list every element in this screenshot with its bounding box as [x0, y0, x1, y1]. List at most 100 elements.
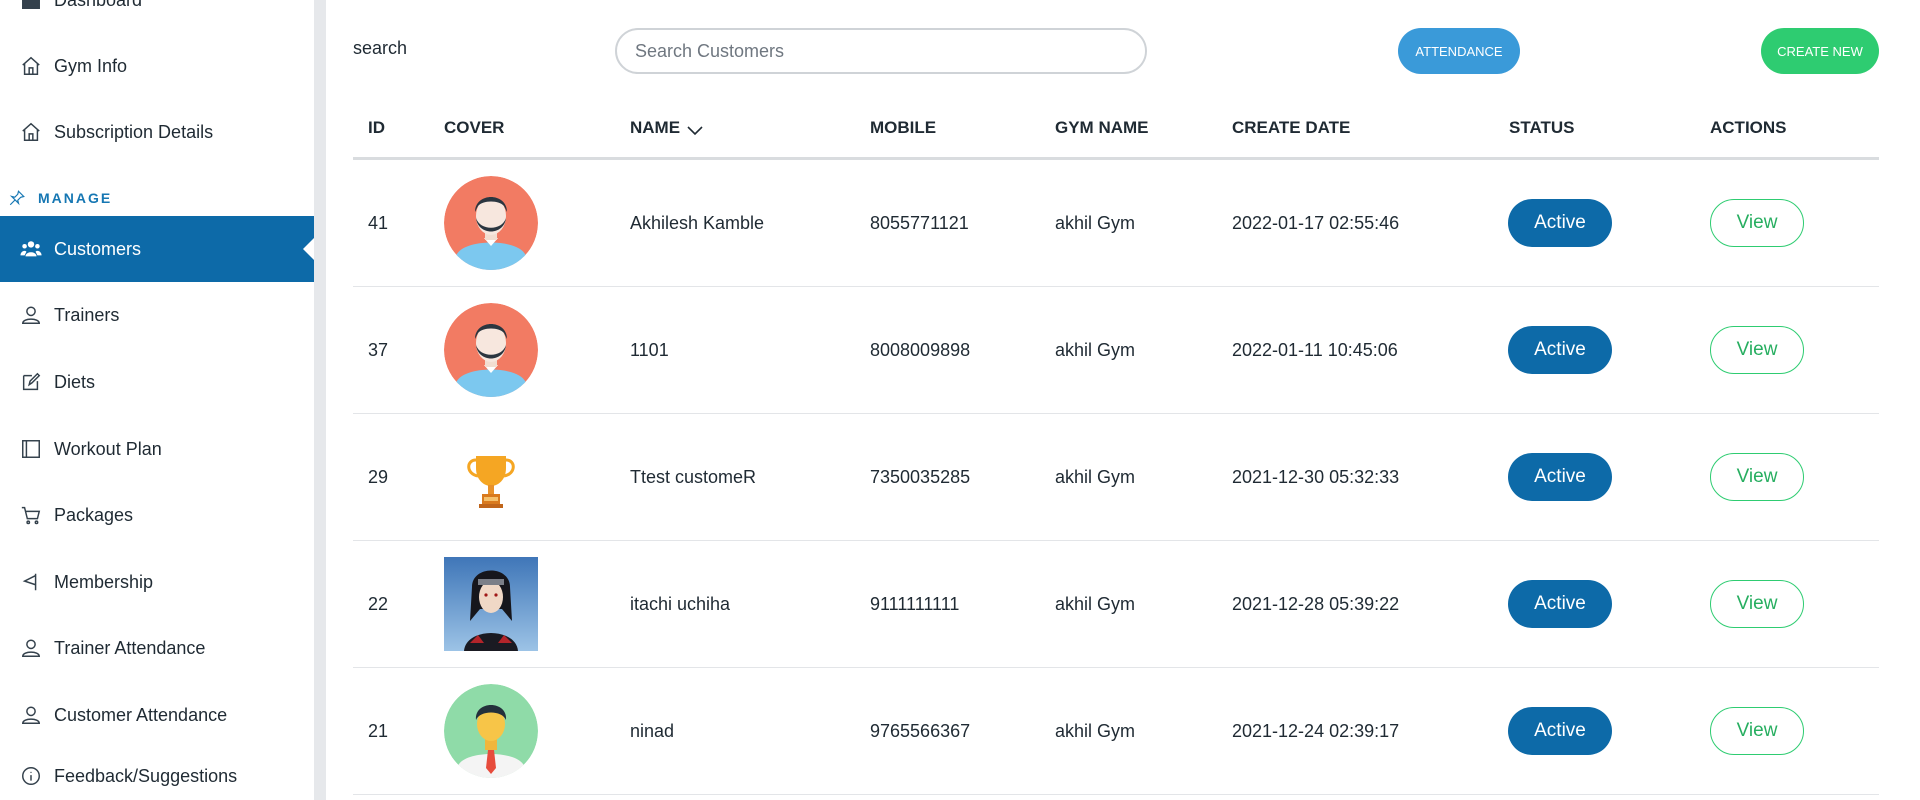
- sidebar-item-trainers[interactable]: Trainers: [0, 282, 314, 348]
- sidebar-item-gym-info[interactable]: Gym Info: [0, 33, 314, 99]
- main-content: search ATTENDANCE CREATE NEW ID COVER NA…: [326, 0, 1920, 800]
- view-button[interactable]: View: [1710, 580, 1804, 628]
- sidebar-item-feedback-suggestions[interactable]: Feedback/Suggestions: [0, 743, 314, 800]
- user-icon: [20, 637, 42, 659]
- sidebar-item-diets[interactable]: Diets: [0, 349, 314, 415]
- sidebar-item-label: Packages: [54, 504, 134, 525]
- table-row: 41 Akhilesh Kamble 8055771121 akhil Gym …: [353, 160, 1879, 287]
- cell-actions: View: [1710, 287, 1804, 413]
- sidebar-item-label: Trainers: [54, 304, 120, 325]
- column-header-name[interactable]: NAME: [630, 118, 704, 138]
- notebook-icon: [20, 438, 42, 460]
- user-icon: [20, 304, 42, 326]
- search-input[interactable]: [615, 28, 1147, 74]
- customers-table: ID COVER NAME MOBILE GYM NAME CREATE DAT…: [353, 98, 1879, 795]
- cell-id: 37: [368, 339, 389, 360]
- cell-mobile: 8055771121: [870, 212, 969, 233]
- sidebar: Dashboard Gym Info Subscription Details …: [0, 0, 314, 800]
- cell-create-date: 2022-01-17 02:55:46: [1232, 212, 1400, 233]
- sidebar-item-label: Workout Plan: [54, 438, 162, 459]
- sidebar-item-label: Diets: [54, 371, 96, 392]
- cell-mobile: 9765566367: [870, 720, 971, 741]
- column-header-mobile: MOBILE: [870, 118, 937, 137]
- column-header-actions: ACTIONS: [1710, 118, 1787, 137]
- man-avatar-icon: [444, 303, 538, 397]
- create-new-button[interactable]: CREATE NEW: [1761, 28, 1879, 74]
- status-active-button[interactable]: Active: [1508, 453, 1612, 501]
- status-active-button[interactable]: Active: [1508, 199, 1612, 247]
- cell-actions: View: [1710, 414, 1804, 540]
- cell-gym-name: akhil Gym: [1055, 339, 1136, 360]
- cell-actions: View: [1710, 541, 1804, 667]
- status-active-button[interactable]: Active: [1508, 326, 1612, 374]
- sidebar-item-label: Customer Attendance: [54, 704, 228, 725]
- column-header-create-date: CREATE DATE: [1232, 118, 1351, 137]
- column-header-label: NAME: [630, 118, 681, 137]
- user-icon: [20, 704, 42, 726]
- cell-name: Ttest customeR: [630, 466, 757, 487]
- sidebar-item-label: Gym Info: [54, 55, 128, 76]
- sidebar-item-customer-attendance[interactable]: Customer Attendance: [0, 682, 314, 748]
- cell-status: Active: [1508, 541, 1612, 667]
- sidebar-item-label: Trainer Attendance: [54, 637, 206, 658]
- cell-status: Active: [1508, 414, 1612, 540]
- cell-name: ninad: [630, 720, 675, 741]
- cell-actions: View: [1710, 668, 1804, 794]
- sidebar-divider: [314, 0, 326, 800]
- view-button[interactable]: View: [1710, 453, 1804, 501]
- cell-gym-name: akhil Gym: [1055, 593, 1136, 614]
- cell-cover: [444, 668, 538, 794]
- info-icon: [20, 765, 42, 787]
- section-header-manage: MANAGE: [8, 188, 112, 208]
- column-header-cover: COVER: [444, 118, 505, 137]
- sidebar-item-customers[interactable]: Customers: [0, 216, 314, 282]
- section-label: MANAGE: [38, 190, 113, 206]
- building-icon: [20, 55, 42, 77]
- cell-name: 1101: [630, 339, 669, 360]
- table-row: 29 Ttest customeR 7350035285 akhil Gym 2…: [353, 414, 1879, 541]
- table-row: 37 1101 8008009898 akhil Gym 2022-01-11 …: [353, 287, 1879, 414]
- cell-mobile: 9111111111: [870, 593, 960, 614]
- chevron-down-icon[interactable]: [686, 122, 704, 136]
- sidebar-item-label: Subscription Details: [54, 121, 214, 142]
- cart-icon: [20, 504, 42, 526]
- cell-create-date: 2021-12-24 02:39:17: [1232, 720, 1400, 741]
- sidebar-item-label: Membership: [54, 571, 154, 592]
- profile-photo: [444, 557, 538, 651]
- cell-cover: [444, 541, 538, 667]
- sidebar-item-workout-plan[interactable]: Workout Plan: [0, 416, 314, 482]
- view-button[interactable]: View: [1710, 707, 1804, 755]
- status-active-button[interactable]: Active: [1508, 707, 1612, 755]
- view-button[interactable]: View: [1710, 326, 1804, 374]
- cell-gym-name: akhil Gym: [1055, 212, 1136, 233]
- sidebar-item-label: Feedback/Suggestions: [54, 765, 238, 786]
- cell-id: 21: [368, 720, 389, 741]
- cell-id: 29: [368, 466, 389, 487]
- sidebar-item-membership[interactable]: Membership: [0, 549, 314, 615]
- table-row: 21 ninad 9765566367 akhil Gym 2021-12-24…: [353, 668, 1879, 795]
- table-header: ID COVER NAME MOBILE GYM NAME CREATE DAT…: [353, 98, 1879, 160]
- view-button[interactable]: View: [1710, 199, 1804, 247]
- cell-mobile: 8008009898: [870, 339, 971, 360]
- status-active-button[interactable]: Active: [1508, 580, 1612, 628]
- cell-name: itachi uchiha: [630, 593, 731, 614]
- column-header-gym-name: GYM NAME: [1055, 118, 1149, 137]
- sidebar-item-dashboard[interactable]: Dashboard: [0, 0, 314, 33]
- cell-gym-name: akhil Gym: [1055, 466, 1136, 487]
- attendance-button[interactable]: ATTENDANCE: [1398, 28, 1520, 74]
- flag-icon: [20, 571, 42, 593]
- cell-name: Akhilesh Kamble: [630, 212, 765, 233]
- man-avatar-icon: [444, 684, 538, 778]
- sidebar-item-trainer-attendance[interactable]: Trainer Attendance: [0, 615, 314, 681]
- column-header-status: STATUS: [1509, 118, 1575, 137]
- pin-icon: [8, 189, 26, 207]
- trophy-icon: [444, 430, 538, 524]
- sidebar-item-label: Dashboard: [54, 0, 142, 11]
- cell-status: Active: [1508, 160, 1612, 286]
- cell-cover: [444, 414, 538, 540]
- cell-cover: [444, 160, 538, 286]
- sidebar-item-subscription-details[interactable]: Subscription Details: [0, 99, 314, 165]
- sidebar-item-label: Customers: [54, 238, 142, 259]
- column-header-id: ID: [368, 118, 385, 137]
- sidebar-item-packages[interactable]: Packages: [0, 482, 314, 548]
